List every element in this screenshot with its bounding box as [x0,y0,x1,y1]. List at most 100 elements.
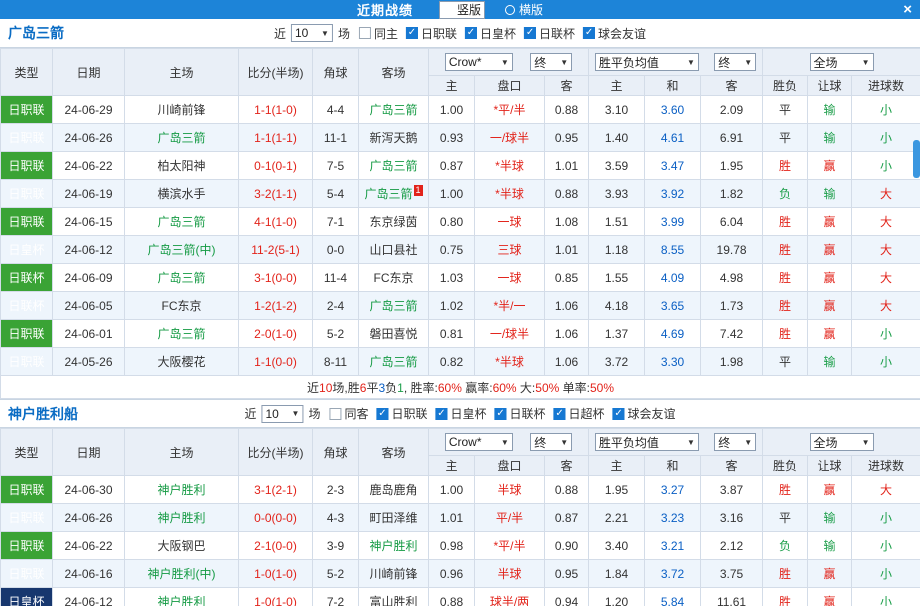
bookmaker-select[interactable]: Crow*▼ [445,433,513,451]
results-table-kobe: 类型 日期 主场 比分(半场) 角球 客场 Crow*▼ 终▼ 胜平负均值▼ 终… [0,428,920,606]
checkbox-icon[interactable]: ✓ [554,408,566,420]
away-team[interactable]: 新泻天鹅 [359,124,429,152]
filter-checkbox[interactable]: ✓日皇杯 [465,25,516,42]
match-row: 日职联24-06-15广岛三箭4-1(1-0)7-1东京绿茵0.80一球1.08… [1,208,920,236]
filter-checkbox[interactable]: ✓日职联 [406,25,457,42]
home-team[interactable]: 广岛三箭 [125,320,239,348]
league-badge: 日职联 [1,532,53,560]
away-team[interactable]: 广岛三箭 [359,292,429,320]
wdl-average-select[interactable]: 胜平负均值▼ [595,433,699,451]
match-count-select[interactable]: 10▼ [261,405,303,423]
matches-label: 场 [308,405,320,422]
goals-result: 大 [852,180,920,208]
away-team[interactable]: 磐田喜悦 [359,320,429,348]
checkbox-icon[interactable]: ✓ [583,27,595,39]
summary-segment: 近 [307,381,319,395]
bookmaker-select[interactable]: Crow*▼ [445,53,513,71]
checkbox-icon[interactable]: ✓ [436,408,448,420]
col-ah-home: 主 [429,76,475,96]
away-team[interactable]: 广岛三箭 [359,152,429,180]
checkbox-icon[interactable]: ✓ [495,408,507,420]
match-date: 24-06-12 [53,588,125,606]
league-badge: 日职联 [1,476,53,504]
goals-result: 小 [852,560,920,588]
checkbox-icon[interactable]: ✓ [465,27,477,39]
filter-checkbox[interactable]: 同主 [359,25,398,42]
away-team[interactable]: 山口县社 [359,236,429,264]
filter-checkbox[interactable]: ✓球会友谊 [613,405,676,422]
away-team[interactable]: 富山胜利 [359,588,429,606]
home-team[interactable]: 广岛三箭(中) [125,236,239,264]
away-team[interactable]: 广岛三箭1 [359,180,429,208]
filter-checkbox[interactable]: ✓球会友谊 [583,25,646,42]
odds-draw: 3.21 [645,532,701,560]
wdl-average-select[interactable]: 胜平负均值▼ [595,53,699,71]
filter-checkbox[interactable]: ✓日皇杯 [436,405,487,422]
match-date: 24-06-05 [53,292,125,320]
home-team[interactable]: FC东京 [125,292,239,320]
col-goals: 进球数 [852,456,920,476]
col-odds-draw: 和 [645,76,701,96]
home-team[interactable]: 大阪樱花 [125,348,239,376]
away-team[interactable]: 广岛三箭 [359,348,429,376]
corner-score: 2-3 [313,476,359,504]
away-team[interactable]: FC东京 [359,264,429,292]
home-team[interactable]: 大阪钢巴 [125,532,239,560]
away-team[interactable]: 东京绿茵 [359,208,429,236]
result: 胜 [763,292,808,320]
home-team[interactable]: 神户胜利 [125,476,239,504]
match-row: 日职联24-06-22大阪钢巴2-1(0-0)3-9神户胜利0.98*平/半0.… [1,532,920,560]
result: 胜 [763,476,808,504]
scope-select[interactable]: 全场▼ [810,53,874,71]
scope-select[interactable]: 全场▼ [810,433,874,451]
match-row: 日皇杯24-06-12神户胜利1-0(1-0)7-2富山胜利0.88球半/两0.… [1,588,920,606]
scrollbar-thumb[interactable] [913,140,920,178]
away-team[interactable]: 广岛三箭 [359,96,429,124]
ah-home-odds: 1.00 [429,180,475,208]
col-odds-away: 客 [701,76,763,96]
ah-away-odds: 1.06 [545,320,589,348]
home-team[interactable]: 川崎前锋 [125,96,239,124]
section-header-kobe: 神户胜利船 近 10▼ 场 同客✓日职联✓日皇杯✓日联杯✓日超杯✓球会友谊 [0,399,920,428]
match-row: 日职联24-06-01广岛三箭2-0(1-0)5-2磐田喜悦0.81一/球半1.… [1,320,920,348]
filter-checkbox[interactable]: ✓日联杯 [495,405,546,422]
away-team[interactable]: 神户胜利 [359,532,429,560]
home-team[interactable]: 神户胜利 [125,588,239,606]
home-team[interactable]: 神户胜利 [125,504,239,532]
col-home: 主场 [125,49,239,96]
checkbox-icon[interactable]: ✓ [613,408,625,420]
filter-checkbox[interactable]: ✓日联杯 [524,25,575,42]
home-team[interactable]: 广岛三箭 [125,124,239,152]
home-team[interactable]: 广岛三箭 [125,264,239,292]
handicap-line: 半球 [475,476,545,504]
checkbox-icon[interactable] [329,408,341,420]
away-team[interactable]: 鹿岛鹿角 [359,476,429,504]
handicap-line: *半/一 [475,292,545,320]
match-count-select[interactable]: 10▼ [291,24,333,42]
checkbox-icon[interactable]: ✓ [524,27,536,39]
odds-away: 6.04 [701,208,763,236]
away-team[interactable]: 町田泽维 [359,504,429,532]
final-odds-select[interactable]: 终▼ [714,433,756,451]
final-odds-select[interactable]: 终▼ [530,433,572,451]
home-team[interactable]: 柏太阳神 [125,152,239,180]
odds-away: 3.16 [701,504,763,532]
score: 4-1(1-0) [239,208,313,236]
away-team[interactable]: 川崎前锋 [359,560,429,588]
summary-segment: 50% [535,381,559,395]
close-icon[interactable]: × [903,0,912,19]
layout-radio-horizontal[interactable]: 横版 [505,1,543,18]
final-odds-select[interactable]: 终▼ [530,53,572,71]
checkbox-icon[interactable]: ✓ [406,27,418,39]
home-team[interactable]: 横滨水手 [125,180,239,208]
final-odds-select[interactable]: 终▼ [714,53,756,71]
layout-radio-vertical[interactable]: 竖版 [439,1,485,19]
checkbox-icon[interactable] [359,27,371,39]
filter-checkbox[interactable]: 同客 [329,405,368,422]
filter-checkbox[interactable]: ✓日职联 [376,405,427,422]
odds-home: 3.93 [589,180,645,208]
filter-checkbox[interactable]: ✓日超杯 [554,405,605,422]
home-team[interactable]: 广岛三箭 [125,208,239,236]
home-team[interactable]: 神户胜利(中) [125,560,239,588]
checkbox-icon[interactable]: ✓ [376,408,388,420]
